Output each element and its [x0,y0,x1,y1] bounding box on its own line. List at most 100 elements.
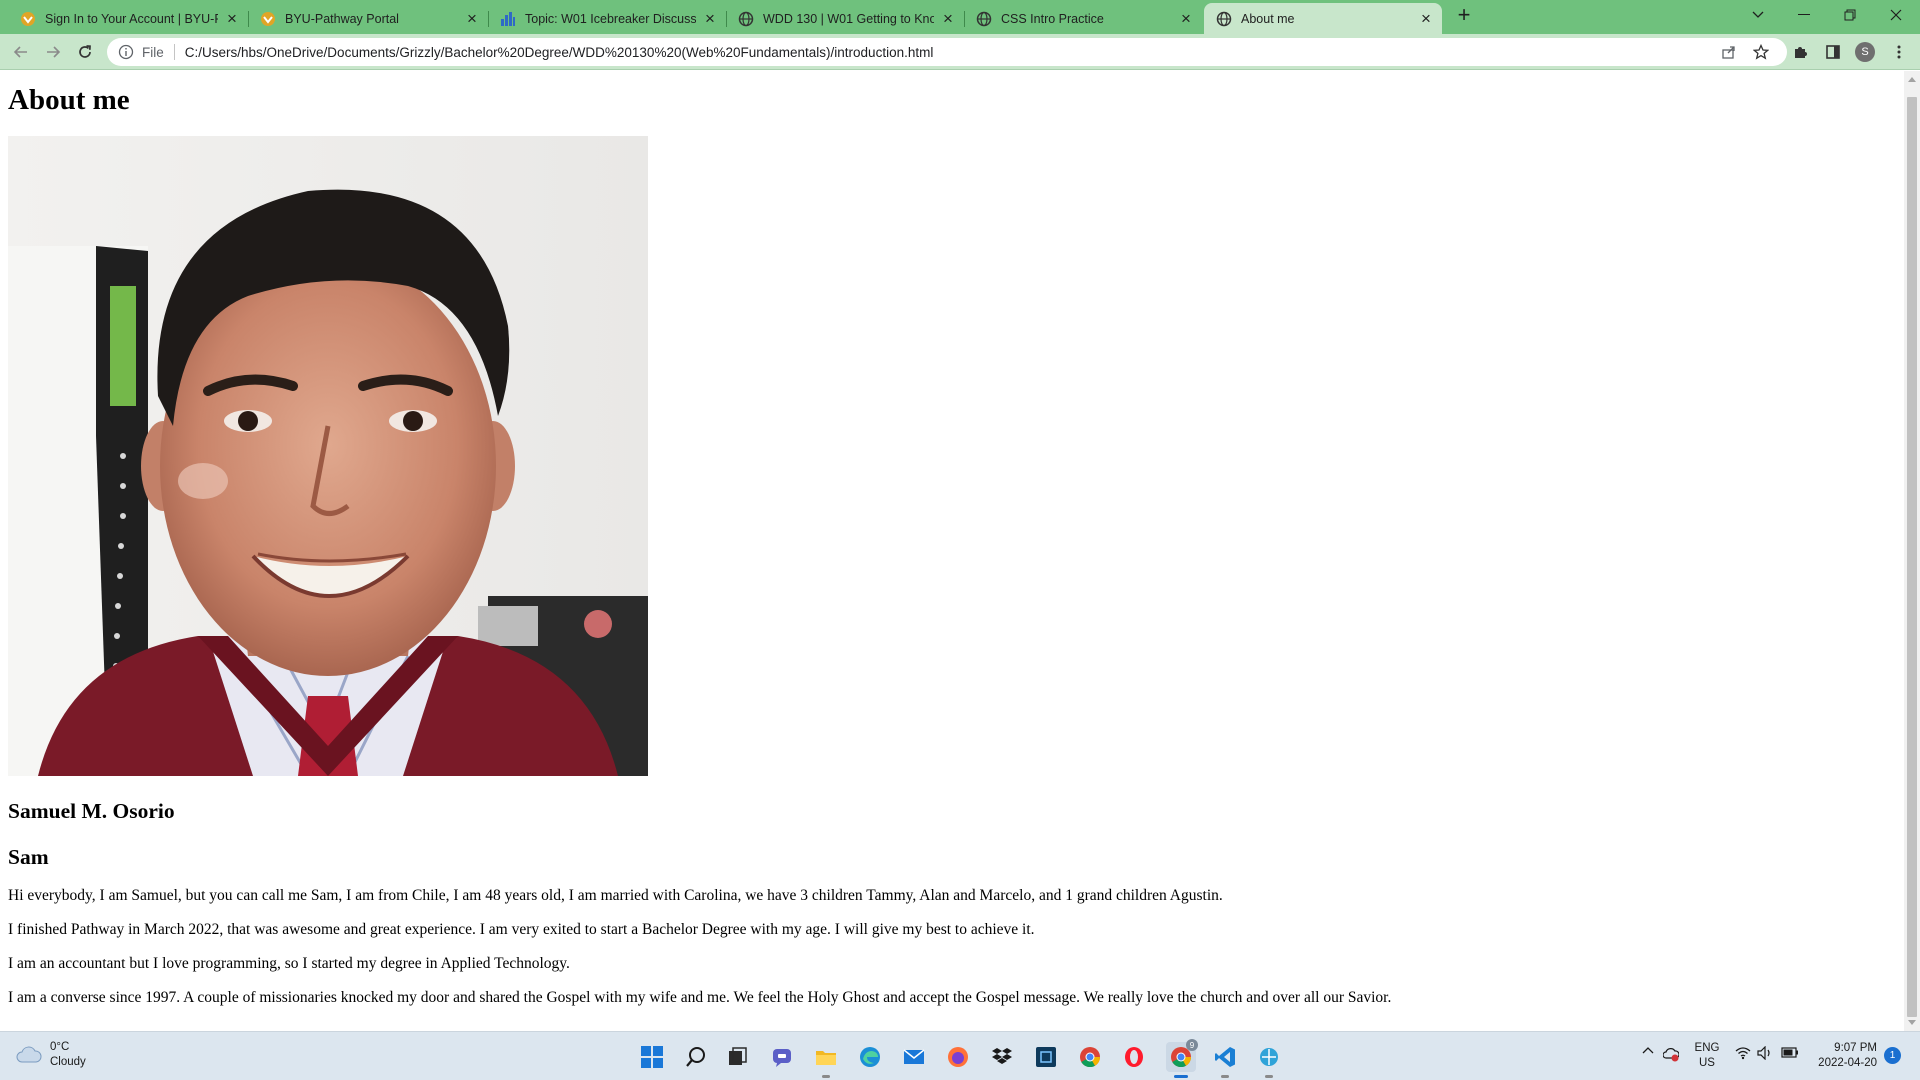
avatar[interactable]: S [1855,42,1875,62]
teams-chat-icon [773,1049,791,1067]
volume-button[interactable] [1756,1046,1774,1060]
page-viewport: About me Samuel M. Osorio Sam Hi everybo… [0,71,1904,1031]
window-close-button[interactable] [1874,0,1918,30]
intro-paragraph: Hi everybody, I am Samuel, but you can c… [8,886,1223,904]
person-name: Samuel M. Osorio [8,799,175,824]
tab-title: Sign In to Your Account | BYU-Pathway [45,11,218,26]
page-content: About me Samuel M. Osorio Sam Hi everybo… [0,84,1904,1007]
vscode-button[interactable] [1210,1042,1240,1078]
edge-icon [860,1047,880,1067]
tab-portal[interactable]: BYU-Pathway Portal × [248,3,489,34]
show-hidden-icons-button[interactable] [1640,1046,1656,1054]
close-icon[interactable]: × [464,10,480,27]
notification-badge[interactable]: 1 [1884,1047,1901,1064]
close-icon[interactable]: × [1178,10,1194,27]
firefox-button[interactable] [943,1042,973,1072]
tab-about-me[interactable]: About me × [1204,3,1442,34]
address-bar[interactable]: File C:/Users/hbs/OneDrive/Documents/Gri… [107,38,1787,66]
cloud-sync-icon [1663,1048,1679,1062]
system-clock[interactable]: 9:07 PM 2022-04-20 [1812,1041,1877,1071]
side-panel-button[interactable] [1820,39,1846,65]
opera-icon [1125,1047,1143,1067]
tab-sign-in[interactable]: Sign In to Your Account | BYU-Pathway × [8,3,249,34]
weather-temp: 0°C [50,1041,70,1053]
mail-button[interactable] [899,1042,929,1072]
puzzle-icon [1795,47,1807,58]
wifi-button[interactable] [1734,1046,1752,1060]
dropbox-icon [992,1048,1012,1064]
tab-title: CSS Intro Practice [1001,11,1104,26]
weather-widget[interactable]: 0°C Cloudy [16,1040,86,1070]
battery-button[interactable] [1780,1046,1800,1058]
tab-title: About me [1241,11,1295,26]
cloud-icon [16,1046,42,1063]
tab-css-intro[interactable]: CSS Intro Practice × [964,3,1202,34]
opera-button[interactable] [1119,1042,1149,1072]
forward-button[interactable] [40,39,66,65]
star-icon [1753,44,1769,60]
chrome-profile-button[interactable]: 9 [1166,1039,1198,1078]
weather-condition: Cloudy [50,1056,86,1068]
share-button[interactable] [1716,39,1742,65]
file-explorer-button[interactable] [811,1042,841,1078]
menu-button[interactable] [1886,39,1912,65]
new-tab-button[interactable]: + [1444,0,1484,30]
page-scrollbar[interactable] [1904,71,1920,1031]
network-app-button[interactable] [1254,1042,1284,1078]
network-app-icon [1260,1048,1278,1066]
task-view-button[interactable] [723,1042,753,1072]
chevron-down-icon [1752,11,1764,18]
close-icon[interactable]: × [224,10,240,27]
chrome-button[interactable] [1075,1042,1105,1072]
scrollbar-thumb[interactable] [1907,97,1917,1017]
scroll-down-icon[interactable] [1908,1020,1916,1025]
share-icon [1722,46,1735,59]
tab-title: WDD 130 | W01 Getting to Know [763,11,934,26]
close-icon[interactable]: × [940,10,956,27]
security-tray-button[interactable] [1662,1046,1680,1062]
volume-icon [1757,1046,1770,1060]
close-icon [1890,9,1902,21]
scroll-up-icon[interactable] [1908,77,1916,82]
info-icon[interactable] [118,44,134,60]
bookmark-button[interactable] [1748,39,1774,65]
tab-icebreaker[interactable]: Topic: W01 Icebreaker Discussion × [488,3,727,34]
canvas-icon [500,11,516,27]
browser-toolbar: File C:/Users/hbs/OneDrive/Documents/Gri… [0,34,1920,70]
wifi-icon [1735,1047,1751,1060]
windows-taskbar: 0°C Cloudy 9 ENG US 9:07 PM 2022-04-20 1 [0,1031,1920,1080]
restore-button[interactable] [1828,0,1872,30]
arrow-left-icon [13,46,27,58]
close-icon[interactable]: × [702,10,718,27]
arrow-right-icon [47,46,61,58]
profile-photo [8,136,648,777]
taskbar-search-button[interactable] [681,1042,711,1072]
globe-icon [976,11,992,27]
clock-date: 2022-04-20 [1818,1057,1877,1069]
reload-button[interactable] [72,39,98,65]
search-icon [686,1047,705,1067]
restore-icon [1844,9,1856,21]
taskbar-app-button[interactable] [1031,1042,1061,1072]
back-button[interactable] [8,39,34,65]
close-icon[interactable]: × [1418,10,1434,27]
mail-icon [903,1049,925,1064]
url-text[interactable]: C:/Users/hbs/OneDrive/Documents/Grizzly/… [185,45,934,60]
reload-icon [79,45,91,58]
start-button[interactable] [637,1042,667,1072]
minimize-button[interactable] [1782,0,1826,30]
tab-wdd130[interactable]: WDD 130 | W01 Getting to Know × [726,3,965,34]
scheme-label: File [142,44,164,60]
teams-chat-button[interactable] [767,1042,797,1072]
edge-button[interactable] [855,1042,885,1072]
extensions-button[interactable] [1788,39,1814,65]
side-panel-icon [1826,45,1840,59]
dropbox-button[interactable] [987,1042,1017,1072]
person-nickname: Sam [8,845,49,870]
page-title: About me [8,84,130,116]
region-code: US [1699,1057,1715,1069]
firefox-icon [948,1047,968,1067]
language-indicator[interactable]: ENG US [1692,1041,1722,1071]
tab-strip: Sign In to Your Account | BYU-Pathway × … [0,0,1920,34]
tab-search-button[interactable] [1736,0,1780,30]
